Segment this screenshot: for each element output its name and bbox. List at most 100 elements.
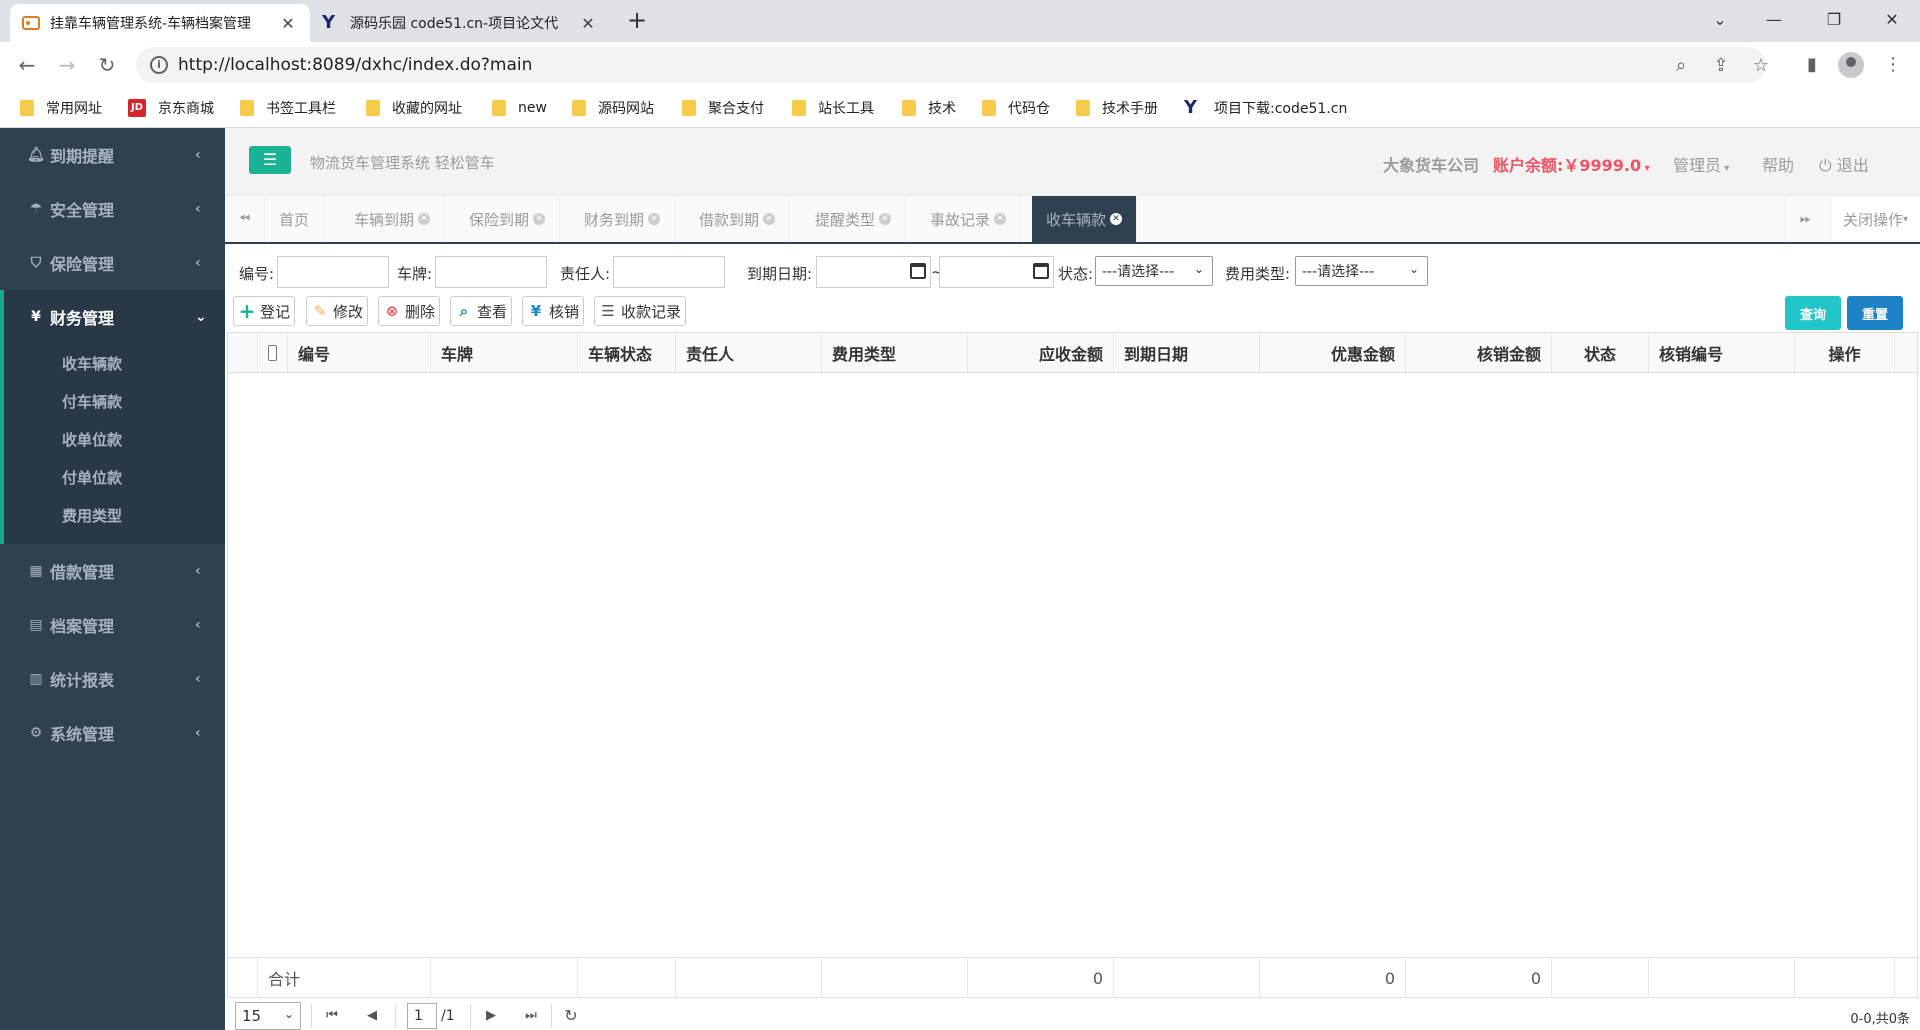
bookmark-item[interactable]: new — [492, 96, 547, 120]
query-button[interactable]: 查询 — [1785, 296, 1841, 330]
column-header[interactable]: 车牌 — [431, 333, 578, 373]
plate-input[interactable] — [435, 256, 547, 288]
prev-page-icon[interactable]: ◀︎ — [362, 1006, 382, 1026]
column-header[interactable]: 责任人 — [676, 333, 822, 373]
sidebar-item-insurance[interactable]: ⛉ 保险管理 ‹ — [0, 236, 225, 290]
payment-records-button[interactable]: ☰ 收款记录 — [594, 296, 687, 326]
bookmark-item[interactable]: 聚合支付 — [682, 96, 764, 120]
sidebar-item-loans[interactable]: ▦ 借款管理 ‹ — [0, 544, 225, 598]
restore-icon[interactable]: ❐ — [1806, 0, 1862, 38]
sidebar-item-expiry-reminder[interactable]: 🔔︎ 到期提醒 ‹ — [0, 128, 225, 182]
bookmark-item[interactable]: 书签工具栏 — [240, 96, 336, 120]
column-header[interactable]: 核销金额 — [1406, 333, 1552, 373]
tab-accident-records[interactable]: 事故记录 ✕ — [916, 196, 1022, 242]
view-button[interactable]: ⌕ 查看 — [450, 296, 513, 326]
tab-search-icon[interactable]: ⌄ — [1692, 0, 1748, 38]
column-header[interactable]: 费用类型 — [822, 333, 968, 373]
column-header[interactable]: 优惠金额 — [1260, 333, 1406, 373]
tab-reminder-type[interactable]: 提醒类型 ✕ — [801, 196, 907, 242]
column-header[interactable]: 状态 — [1552, 333, 1649, 373]
column-header[interactable]: 编号 — [288, 333, 431, 373]
share-icon[interactable]: ⇪ — [1710, 55, 1732, 77]
verify-button[interactable]: ¥ 核销 — [522, 296, 585, 326]
tab-vehicle-expiry[interactable]: 车辆到期 ✕ — [340, 196, 446, 242]
edit-button[interactable]: ✎ 修改 — [306, 296, 369, 326]
window-close-icon[interactable]: ✕ — [1864, 0, 1920, 38]
close-tab-icon[interactable]: ✕ — [879, 213, 892, 225]
status-select[interactable]: ---请选择--- ⌄ — [1095, 256, 1213, 286]
person-input[interactable] — [613, 256, 725, 288]
tabs-scroll-left-icon[interactable]: ⏪︎ — [225, 196, 265, 242]
admin-dropdown[interactable]: 管理员 ▾ — [1673, 152, 1729, 176]
page-size-select[interactable]: 15 ⌄ — [235, 1002, 301, 1030]
column-header[interactable]: 到期日期 — [1114, 333, 1260, 373]
due-date-start-input[interactable] — [816, 256, 931, 288]
page-number-input[interactable]: 1 — [407, 1003, 437, 1029]
reload-icon[interactable]: ↻ — [92, 50, 122, 80]
back-icon[interactable]: ← — [12, 50, 42, 80]
side-panel-icon[interactable]: ▮ — [1797, 50, 1827, 80]
column-header[interactable]: 核销编号 — [1649, 333, 1795, 373]
logout-link[interactable]: ⏻ 退出 — [1819, 152, 1869, 176]
bookmark-item[interactable]: 常用网址 — [20, 96, 102, 120]
reset-button[interactable]: 重置 — [1847, 296, 1903, 330]
next-page-icon[interactable]: ▶︎ — [481, 1006, 501, 1026]
submenu-receive-company[interactable]: 收单位款 — [62, 420, 122, 458]
tab-loan-expiry[interactable]: 借款到期 ✕ — [685, 196, 791, 242]
minimize-icon[interactable]: — — [1746, 0, 1802, 38]
add-button[interactable]: + 登记 — [233, 296, 296, 326]
close-tab-icon[interactable]: ✕ — [278, 14, 298, 33]
submenu-receive-vehicle[interactable]: 收车辆款 — [62, 344, 122, 382]
tab-insurance-expiry[interactable]: 保险到期 ✕ — [455, 196, 561, 242]
address-bar[interactable]: i http://localhost:8089/dxhc/index.do?ma… — [136, 47, 1769, 83]
submenu-pay-vehicle[interactable]: 付车辆款 — [62, 382, 122, 420]
due-date-end-input[interactable] — [939, 256, 1054, 288]
bookmark-item[interactable]: JD 京东商城 — [128, 96, 214, 120]
forward-icon[interactable]: → — [52, 50, 82, 80]
column-header[interactable]: 操作 — [1795, 333, 1895, 373]
menu-kebab-icon[interactable]: ⋮ — [1878, 50, 1908, 80]
new-tab-icon[interactable]: + — [622, 6, 652, 36]
site-info-icon[interactable]: i — [150, 56, 168, 74]
browser-tab-2[interactable]: Y 源码乐园 code51.cn-项目论文代 ✕ — [310, 4, 610, 42]
bookmark-item[interactable]: 技术手册 — [1076, 96, 1158, 120]
submenu-pay-company[interactable]: 付单位款 — [62, 458, 122, 496]
browser-tab-active[interactable]: 挂靠车辆管理系统-车辆档案管理 ✕ — [10, 4, 310, 42]
sidebar-item-safety[interactable]: ☂ 安全管理 ‹ — [0, 182, 225, 236]
calendar-icon[interactable] — [1033, 263, 1049, 279]
fee-type-select[interactable]: ---请选择--- ⌄ — [1295, 256, 1428, 286]
close-tab-icon[interactable]: ✕ — [648, 213, 661, 225]
select-all-checkbox[interactable] — [268, 345, 277, 361]
column-header[interactable]: 应收金额 — [968, 333, 1114, 373]
sidebar-item-reports[interactable]: ▥ 统计报表 ‹ — [0, 652, 225, 706]
close-tab-icon[interactable]: ✕ — [994, 213, 1007, 225]
bookmark-item[interactable]: 技术 — [902, 96, 956, 120]
tab-home[interactable]: 首页 — [265, 196, 325, 242]
last-page-icon[interactable]: ⏭︎ — [521, 1006, 541, 1026]
bookmark-star-icon[interactable]: ☆ — [1750, 55, 1772, 77]
profile-avatar-icon[interactable] — [1838, 52, 1864, 78]
close-operations-dropdown[interactable]: 关闭操作 ▾ — [1830, 196, 1920, 242]
bookmark-item[interactable]: 源码网站 — [572, 96, 654, 120]
sidebar-item-archives[interactable]: ▤ 档案管理 ‹ — [0, 598, 225, 652]
close-tab-icon[interactable]: ✕ — [418, 213, 431, 225]
code-input[interactable] — [277, 256, 389, 288]
close-tab-icon[interactable]: ✕ — [763, 213, 776, 225]
help-link[interactable]: 帮助 — [1762, 152, 1794, 176]
sidebar-item-system[interactable]: ⚙ 系统管理 ‹ — [0, 706, 225, 760]
delete-button[interactable]: ⊗ 删除 — [378, 296, 441, 326]
close-tab-icon[interactable]: ✕ — [533, 213, 546, 225]
submenu-fee-type[interactable]: 费用类型 — [62, 496, 122, 534]
tab-finance-expiry[interactable]: 财务到期 ✕ — [570, 196, 676, 242]
tab-receive-vehicle[interactable]: 收车辆款 ✕ — [1032, 196, 1138, 242]
account-balance-dropdown[interactable]: 账户余额:￥9999.0 ▾ — [1493, 152, 1650, 176]
close-tab-icon[interactable]: ✕ — [578, 14, 598, 33]
refresh-icon[interactable]: ↻ — [561, 1006, 581, 1026]
sidebar-item-finance[interactable]: ¥ 财务管理 ⌄ — [0, 290, 225, 344]
bookmark-item[interactable]: 收藏的网址 — [366, 96, 462, 120]
calendar-icon[interactable] — [910, 263, 926, 279]
bookmark-item[interactable]: Y 项目下载:code51.cn — [1184, 96, 1347, 120]
zoom-icon[interactable]: ⌕ — [1670, 55, 1692, 77]
close-tab-icon[interactable]: ✕ — [1110, 213, 1123, 225]
tabs-scroll-right-icon[interactable]: ⏩︎ — [1785, 196, 1825, 242]
